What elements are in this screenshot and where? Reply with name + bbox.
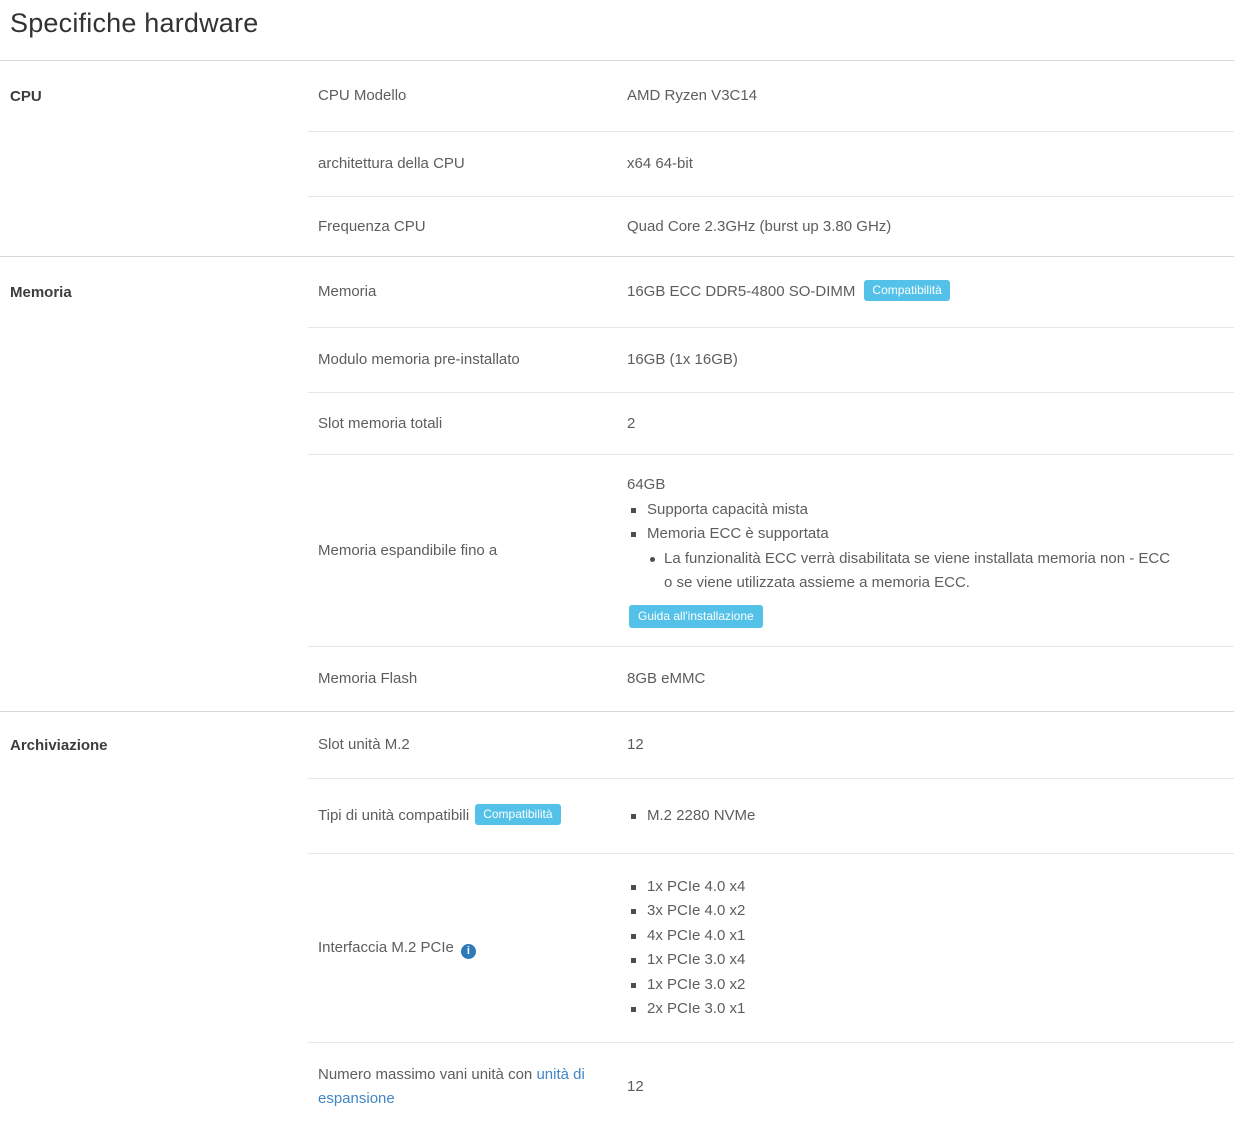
section-category-label: Memoria — [10, 257, 308, 327]
spec-value: 12 — [627, 725, 1234, 765]
list-item: Supporta capacità mista — [627, 498, 1218, 523]
compatibility-badge[interactable]: Compatibilità — [864, 280, 949, 301]
sub-bullet-list: La funzionalità ECC verrà disabilitata s… — [648, 547, 1218, 596]
spec-label: Interfaccia M.2 PCIe i — [308, 928, 627, 968]
spec-label: Memoria — [308, 272, 627, 312]
section-category-cell: Archiviazione — [0, 712, 308, 1130]
list-item-text: 1x PCIe 3.0 x2 — [647, 976, 745, 993]
list-item-text: M.2 2280 NVMe — [647, 807, 755, 824]
spec-value: 12 — [627, 1067, 1234, 1107]
sub-list-item: La funzionalità ECC verrà disabilitata s… — [648, 547, 1178, 596]
list-item: 1x PCIe 4.0 x4 — [627, 875, 1218, 900]
spec-value: 64GB Supporta capacità mista Memoria ECC… — [627, 465, 1234, 636]
list-item: 1x PCIe 3.0 x4 — [627, 948, 1218, 973]
square-bullet-icon — [631, 532, 636, 537]
list-item: 4x PCIe 4.0 x1 — [627, 924, 1218, 949]
section-rows: Memoria 16GB ECC DDR5-4800 SO-DIMM Compat… — [308, 257, 1234, 711]
list-item-text: Memoria ECC è supportata — [647, 525, 829, 542]
spec-label: Modulo memoria pre-installato — [308, 340, 627, 380]
spec-label: Memoria espandibile fino a — [308, 531, 627, 571]
spec-label: Numero massimo vani unità con unità di e… — [308, 1055, 627, 1119]
square-bullet-icon — [631, 983, 636, 988]
spec-row-memory: Memoria 16GB ECC DDR5-4800 SO-DIMM Compat… — [308, 257, 1234, 327]
round-bullet-icon — [650, 557, 655, 562]
list-item: 3x PCIe 4.0 x2 — [627, 899, 1218, 924]
spec-label-text: Interfaccia M.2 PCIe — [318, 939, 454, 956]
spec-value: M.2 2280 NVMe — [627, 796, 1234, 837]
spec-label: Memoria Flash — [308, 659, 627, 699]
section-cpu: CPU CPU Modello AMD Ryzen V3C14 architet… — [0, 60, 1234, 256]
bullet-list: Supporta capacità mista Memoria ECC è su… — [627, 498, 1218, 596]
spec-label-text: Tipi di unità compatibili — [318, 807, 469, 824]
spec-row-m2-pcie-interface: Interfaccia M.2 PCIe i 1x PCIe 4.0 x4 3x … — [308, 853, 1234, 1042]
square-bullet-icon — [631, 909, 636, 914]
sub-list-item-text: La funzionalità ECC verrà disabilitata s… — [664, 550, 1170, 592]
list-item-text: 1x PCIe 4.0 x4 — [647, 878, 745, 895]
section-rows: CPU Modello AMD Ryzen V3C14 architettura… — [308, 61, 1234, 256]
spec-value: x64 64-bit — [627, 144, 1234, 184]
info-icon[interactable]: i — [461, 944, 476, 959]
spec-row-compatible-drive-types: Tipi di unità compatibili Compatibilità M… — [308, 778, 1234, 853]
spec-row-cpu-frequency: Frequenza CPU Quad Core 2.3GHz (burst up… — [308, 196, 1234, 256]
list-item: 2x PCIe 3.0 x1 — [627, 997, 1218, 1022]
spec-value: AMD Ryzen V3C14 — [627, 76, 1234, 116]
spec-value: 1x PCIe 4.0 x4 3x PCIe 4.0 x2 4x PCIe 4.… — [627, 867, 1234, 1030]
square-bullet-icon — [631, 885, 636, 890]
page-header: Specifiche hardware — [0, 0, 1234, 60]
spec-label: Slot memoria totali — [308, 404, 627, 444]
spec-label: Slot unità M.2 — [308, 725, 627, 765]
spec-row-expandable-memory: Memoria espandibile fino a 64GB Supporta… — [308, 454, 1234, 646]
page-title: Specifiche hardware — [10, 8, 1234, 39]
section-storage: Archiviazione Slot unità M.2 12 Tipi di … — [0, 711, 1234, 1130]
square-bullet-icon — [631, 958, 636, 963]
section-memory: Memoria Memoria 16GB ECC DDR5-4800 SO-DI… — [0, 256, 1234, 711]
spec-label: architettura della CPU — [308, 144, 627, 184]
hardware-specs-page: Specifiche hardware CPU CPU Modello AMD … — [0, 0, 1234, 1130]
square-bullet-icon — [631, 814, 636, 819]
section-category-label: CPU — [10, 61, 308, 131]
section-category-label: Archiviazione — [10, 712, 308, 778]
section-category-cell: Memoria — [0, 257, 308, 711]
spec-value: 16GB ECC DDR5-4800 SO-DIMM Compatibilità — [627, 272, 1234, 312]
spec-label-text: Numero massimo vani unità con — [318, 1066, 536, 1083]
spec-row-m2-slots: Slot unità M.2 12 — [308, 712, 1234, 778]
section-category-cell: CPU — [0, 61, 308, 256]
list-item: Memoria ECC è supportata — [627, 522, 1218, 547]
spec-row-memory-slots: Slot memoria totali 2 — [308, 392, 1234, 454]
spec-row-flash-memory: Memoria Flash 8GB eMMC — [308, 646, 1234, 711]
spec-label: Frequenza CPU — [308, 207, 627, 247]
spec-row-preinstalled-module: Modulo memoria pre-installato 16GB (1x 1… — [308, 327, 1234, 392]
square-bullet-icon — [631, 508, 636, 513]
section-rows: Slot unità M.2 12 Tipi di unità compatib… — [308, 712, 1234, 1130]
list-item-text: 3x PCIe 4.0 x2 — [647, 902, 745, 919]
installation-guide-button[interactable]: Guida all'installazione — [629, 605, 763, 628]
spec-label: CPU Modello — [308, 76, 627, 116]
spec-row-cpu-model: CPU Modello AMD Ryzen V3C14 — [308, 61, 1234, 131]
value-intro: 64GB — [627, 473, 1218, 498]
list-item: M.2 2280 NVMe — [627, 804, 1218, 829]
spec-value: Quad Core 2.3GHz (burst up 3.80 GHz) — [627, 207, 1234, 247]
spec-value: 2 — [627, 404, 1234, 444]
list-item-text: 4x PCIe 4.0 x1 — [647, 927, 745, 944]
list-item-text: 2x PCIe 3.0 x1 — [647, 1000, 745, 1017]
spec-value: 16GB (1x 16GB) — [627, 340, 1234, 380]
square-bullet-icon — [631, 1007, 636, 1012]
spec-value-text: 16GB ECC DDR5-4800 SO-DIMM — [627, 283, 855, 300]
compatibility-badge[interactable]: Compatibilità — [475, 804, 560, 825]
list-item-text: 1x PCIe 3.0 x4 — [647, 951, 745, 968]
list-item: 1x PCIe 3.0 x2 — [627, 973, 1218, 998]
spec-row-cpu-architecture: architettura della CPU x64 64-bit — [308, 131, 1234, 196]
square-bullet-icon — [631, 934, 636, 939]
spec-label: Tipi di unità compatibili Compatibilità — [308, 796, 627, 836]
spec-value: 8GB eMMC — [627, 659, 1234, 699]
spec-row-max-drive-bays: Numero massimo vani unità con unità di e… — [308, 1042, 1234, 1130]
list-item-text: Supporta capacità mista — [647, 501, 808, 518]
